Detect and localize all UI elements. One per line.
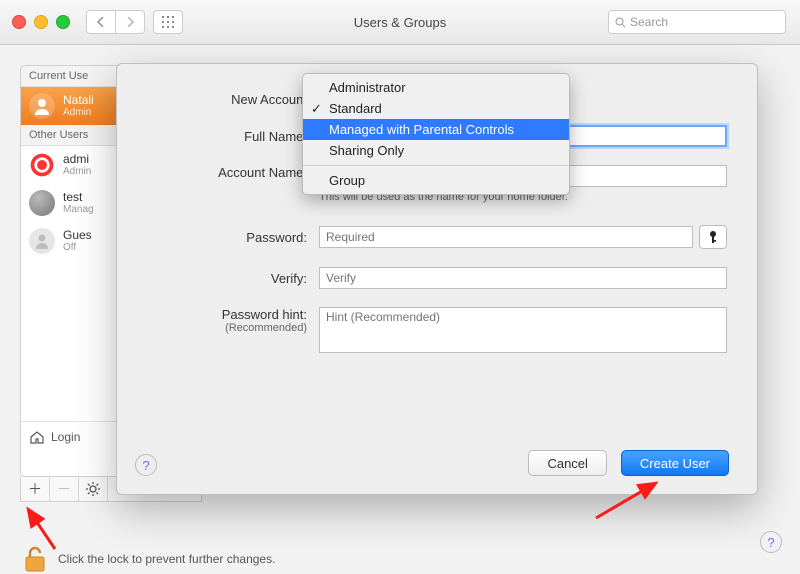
dropdown-item-managed[interactable]: Managed with Parental Controls — [303, 119, 569, 140]
grid-icon — [162, 16, 174, 28]
nav-button-group — [86, 10, 183, 34]
user-role: Admin — [63, 107, 94, 118]
user-name: Natali — [63, 94, 94, 107]
user-name: admi — [63, 153, 91, 166]
remove-user-button[interactable]: － — [50, 477, 79, 501]
dropdown-item-group[interactable]: Group — [303, 170, 569, 191]
avatar-icon — [29, 93, 55, 119]
avatar-icon — [29, 228, 55, 254]
actions-gear-button[interactable] — [79, 477, 108, 501]
avatar-icon — [29, 152, 55, 178]
user-role: Admin — [63, 166, 91, 177]
create-user-button[interactable]: Create User — [621, 450, 729, 476]
avatar-icon — [29, 190, 55, 216]
traffic-lights — [12, 15, 70, 29]
dropdown-item-standard[interactable]: Standard — [303, 98, 569, 119]
account-type-dropdown[interactable]: Administrator Standard Managed with Pare… — [302, 73, 570, 195]
close-window-button[interactable] — [12, 15, 26, 29]
dropdown-separator — [303, 165, 569, 166]
window-titlebar: Users & Groups Search — [0, 0, 800, 45]
minimize-window-button[interactable] — [34, 15, 48, 29]
user-name: Gues — [63, 229, 92, 242]
verify-label: Verify: — [117, 271, 319, 286]
lock-row: Click the lock to prevent further change… — [22, 545, 275, 573]
dropdown-item-sharing[interactable]: Sharing Only — [303, 140, 569, 161]
user-role: Off — [63, 242, 92, 253]
show-all-prefs-button[interactable] — [153, 10, 183, 34]
password-input[interactable] — [319, 226, 693, 248]
search-field[interactable]: Search — [608, 10, 786, 34]
password-label: Password: — [117, 230, 319, 245]
full-name-label: Full Name: — [117, 129, 319, 144]
search-placeholder: Search — [630, 15, 668, 29]
zoom-window-button[interactable] — [56, 15, 70, 29]
password-hint-sublabel: (Recommended) — [117, 322, 307, 334]
dropdown-item-administrator[interactable]: Administrator — [303, 77, 569, 98]
key-icon — [708, 230, 718, 244]
prefs-help-button[interactable]: ? — [760, 531, 782, 553]
home-icon — [29, 429, 45, 445]
user-role: Manag — [63, 204, 94, 215]
search-icon — [615, 17, 626, 28]
account-name-label: Account Name: — [117, 165, 319, 180]
password-assistant-button[interactable] — [699, 225, 727, 249]
user-name: test — [63, 191, 94, 204]
cancel-button[interactable]: Cancel — [528, 450, 606, 476]
add-user-button[interactable]: ＋ — [21, 477, 50, 501]
login-options-label: Login — [51, 430, 80, 444]
password-hint-input[interactable] — [319, 307, 727, 353]
gear-icon — [86, 482, 100, 496]
password-hint-label: Password hint: — [117, 307, 307, 322]
new-account-label: New Account — [117, 92, 319, 107]
help-button[interactable]: ? — [135, 454, 157, 476]
verify-input[interactable] — [319, 267, 727, 289]
forward-button[interactable] — [116, 10, 145, 34]
back-button[interactable] — [86, 10, 116, 34]
lock-icon[interactable] — [22, 545, 48, 573]
lock-text: Click the lock to prevent further change… — [58, 552, 275, 566]
